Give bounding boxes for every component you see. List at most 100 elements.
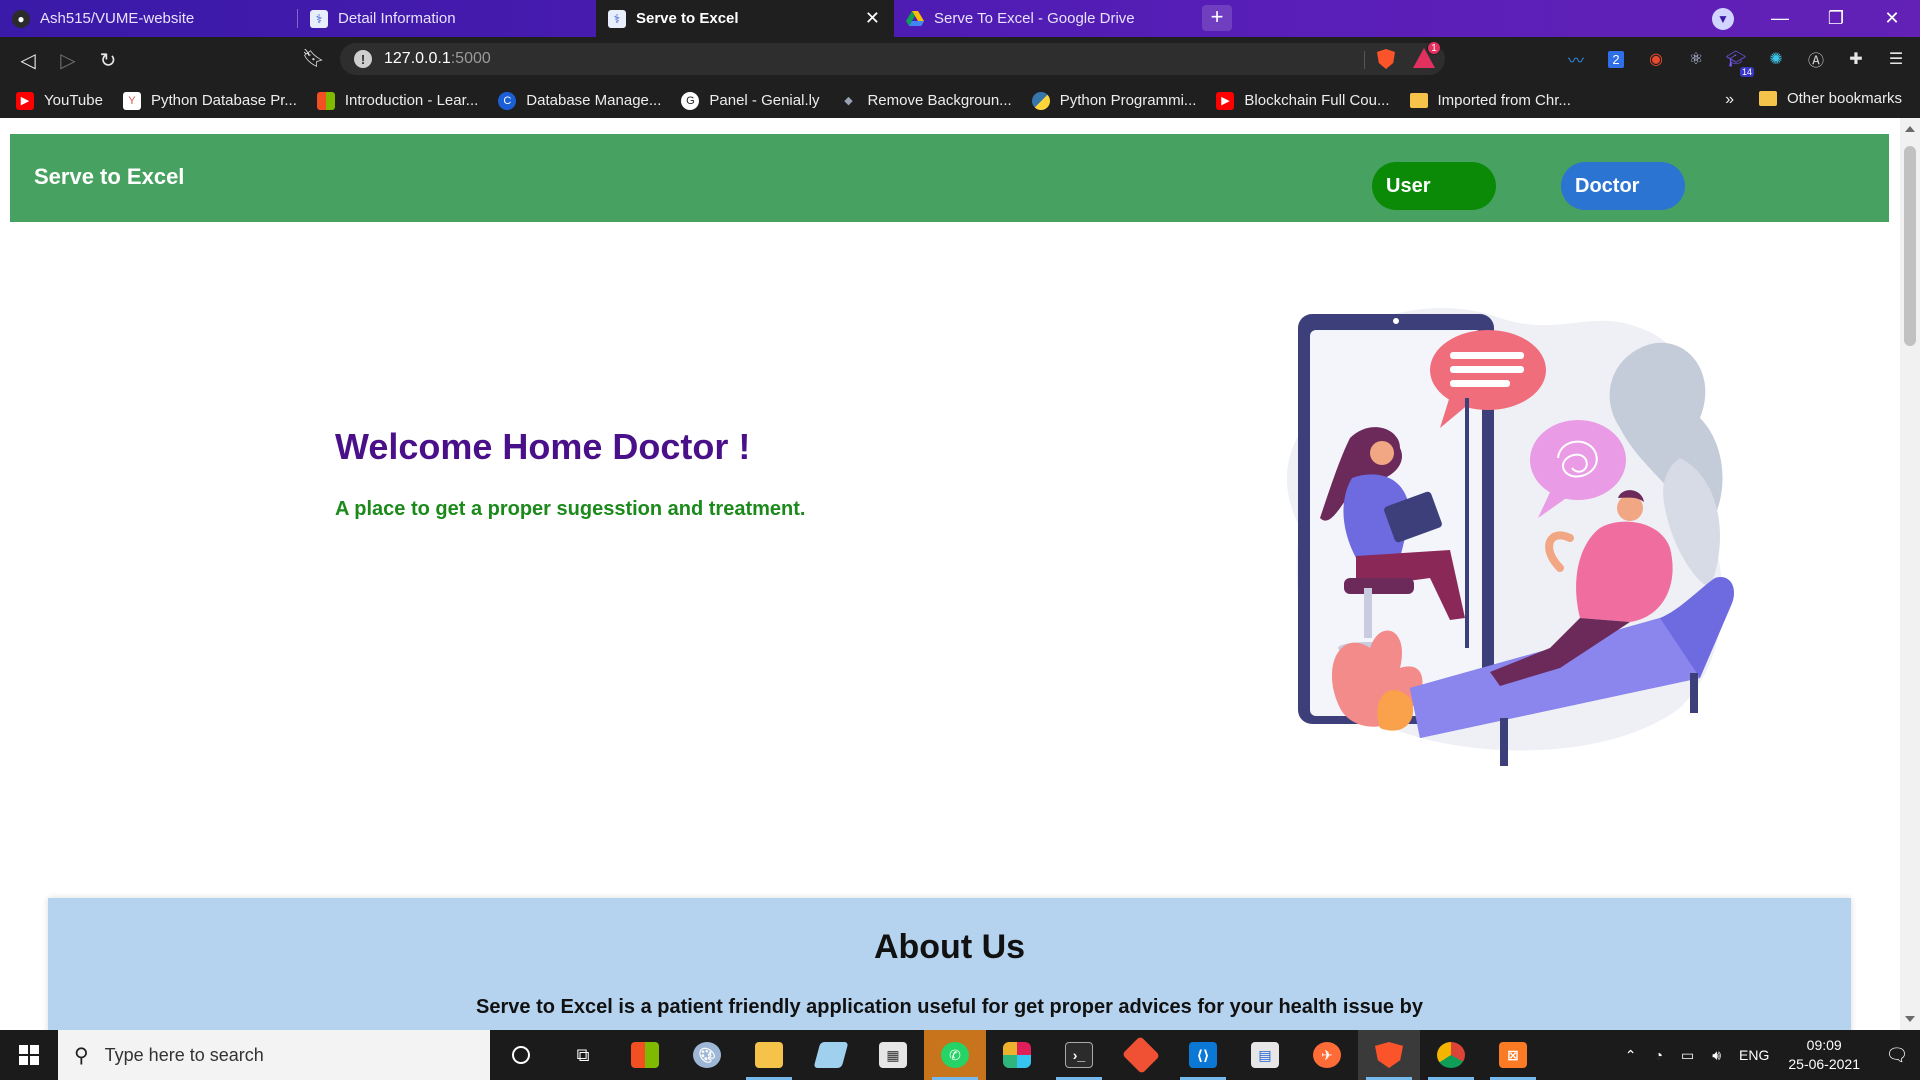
language-indicator[interactable]: ENG bbox=[1739, 1047, 1769, 1063]
browser-tab-strip: ● Ash515/VUME-website ⚕ Detail Informati… bbox=[0, 0, 1920, 37]
microsoft-icon bbox=[316, 91, 335, 110]
bookmark-imported-folder[interactable]: Imported from Chr... bbox=[1409, 92, 1571, 109]
minimize-icon[interactable]: — bbox=[1752, 0, 1808, 37]
wave-extension-icon[interactable]: 〰 bbox=[1562, 45, 1590, 73]
slack-icon[interactable] bbox=[986, 1030, 1048, 1080]
tab-title: Serve To Excel - Google Drive bbox=[934, 10, 1135, 27]
scroll-down-icon[interactable] bbox=[1905, 1016, 1915, 1022]
task-view-icon[interactable]: ⧉ bbox=[552, 1030, 614, 1080]
url-port: :5000 bbox=[450, 50, 491, 67]
reload-icon[interactable]: ↻ bbox=[88, 42, 128, 78]
xampp-icon[interactable]: ⊠ bbox=[1482, 1030, 1544, 1080]
user-button[interactable]: User bbox=[1372, 162, 1496, 210]
bookmark-python-database[interactable]: Y Python Database Pr... bbox=[122, 91, 297, 110]
chrome-color-extension-icon[interactable]: ◉ bbox=[1642, 45, 1670, 73]
python-icon bbox=[1031, 91, 1050, 110]
bookmarks-overflow-icon[interactable]: » bbox=[1725, 91, 1734, 109]
bookmark-introduction[interactable]: Introduction - Lear... bbox=[316, 91, 479, 110]
wifi-icon[interactable]: ◔ bbox=[1655, 1047, 1663, 1063]
page-viewport: Serve to Excel User Doctor Welcome Home … bbox=[0, 118, 1900, 1030]
bookmark-label: Database Manage... bbox=[526, 92, 662, 109]
bookmark-label: Python Database Pr... bbox=[150, 92, 297, 109]
tab-search-icon[interactable]: ▼ bbox=[1712, 8, 1734, 30]
tab-github[interactable]: ● Ash515/VUME-website bbox=[0, 0, 298, 37]
pdf-reader-icon[interactable]: ▤ bbox=[1234, 1030, 1296, 1080]
about-text: Serve to Excel is a patient friendly app… bbox=[476, 996, 1423, 1018]
bookmark-favicon: Y bbox=[122, 91, 141, 110]
extensions-puzzle-icon[interactable]: ✚ bbox=[1842, 45, 1870, 73]
bookmark-label: YouTube bbox=[44, 92, 103, 109]
site-info-icon[interactable]: ! bbox=[354, 50, 372, 68]
page-scrollbar[interactable] bbox=[1900, 118, 1920, 1030]
doctor-button[interactable]: Doctor bbox=[1561, 162, 1685, 210]
bookmark-icon[interactable]: 🔖︎ bbox=[302, 48, 325, 69]
tab-serve-to-excel[interactable]: ⚕ Serve to Excel ✕ bbox=[596, 0, 894, 37]
taskbar-clock[interactable]: 09:09 25-06-2021 bbox=[1788, 1036, 1860, 1074]
c-logo-icon: C bbox=[498, 91, 517, 110]
bookmark-python-programming[interactable]: Python Programmi... bbox=[1031, 91, 1196, 110]
file-explorer-icon[interactable] bbox=[738, 1030, 800, 1080]
bookmark-remove-background[interactable]: ◆ Remove Backgroun... bbox=[839, 92, 1011, 110]
terminal-icon[interactable]: ›_ bbox=[1048, 1030, 1110, 1080]
windows-taskbar: ⚲ Type here to search ⧉ 🎨︎ ▦ ✆ ›_ ⟨⟩ ▤ ✈… bbox=[0, 1030, 1920, 1080]
site-brand[interactable]: Serve to Excel bbox=[34, 164, 184, 190]
search-icon: ⚲ bbox=[74, 1044, 89, 1067]
telemedicine-illustration bbox=[1286, 308, 1735, 766]
site-navbar: Serve to Excel User Doctor bbox=[10, 134, 1889, 222]
close-window-icon[interactable]: ✕ bbox=[1864, 0, 1920, 37]
folder-icon bbox=[1758, 91, 1777, 106]
a-extension-icon[interactable]: Ⓐ bbox=[1802, 45, 1830, 73]
tab-title: Detail Information bbox=[338, 10, 456, 27]
scrollbar-thumb[interactable] bbox=[1904, 146, 1916, 346]
graduation-extension-icon[interactable]: 🎓︎ 14 bbox=[1722, 45, 1754, 77]
tab-title: Ash515/VUME-website bbox=[40, 10, 195, 27]
notepad-icon[interactable] bbox=[800, 1030, 862, 1080]
whatsapp-icon[interactable]: ✆ bbox=[924, 1030, 986, 1080]
microsoft-store-icon[interactable] bbox=[614, 1030, 676, 1080]
paint-icon[interactable]: 🎨︎ bbox=[676, 1030, 738, 1080]
tab-title: Serve to Excel bbox=[636, 10, 739, 27]
react-devtools-icon[interactable]: ⚛ bbox=[1682, 45, 1710, 73]
volume-icon[interactable]: 🔊︎ bbox=[1712, 1047, 1721, 1064]
bookmark-blockchain[interactable]: ▶ Blockchain Full Cou... bbox=[1216, 91, 1390, 110]
cortana-icon[interactable] bbox=[490, 1030, 552, 1080]
new-tab-button[interactable]: + bbox=[1202, 5, 1232, 31]
vscode-icon[interactable]: ⟨⟩ bbox=[1172, 1030, 1234, 1080]
url-host: 127.0.0.1 bbox=[384, 50, 451, 67]
tab-google-drive[interactable]: Serve To Excel - Google Drive bbox=[894, 0, 1192, 37]
other-bookmarks-label: Other bookmarks bbox=[1786, 90, 1902, 107]
youtube-icon: ▶ bbox=[16, 91, 34, 110]
show-hidden-icons-icon[interactable]: ⌃ bbox=[1625, 1047, 1637, 1064]
notification-center-icon[interactable]: 🗨︎ bbox=[1874, 1030, 1920, 1080]
other-bookmarks[interactable]: Other bookmarks bbox=[1758, 90, 1902, 107]
battery-icon[interactable]: ▭ bbox=[1681, 1047, 1694, 1064]
tab-detail-information[interactable]: ⚕ Detail Information bbox=[298, 0, 596, 37]
gear-extension-icon[interactable]: ✺ bbox=[1762, 45, 1790, 73]
brave-shield-icon[interactable] bbox=[1377, 49, 1395, 69]
address-bar[interactable]: ! 127.0.0.1 :5000 1 bbox=[340, 41, 1445, 75]
bookmark-label: Imported from Chr... bbox=[1437, 92, 1571, 109]
scroll-up-icon[interactable] bbox=[1905, 126, 1915, 132]
restore-icon[interactable]: ❐ bbox=[1808, 0, 1864, 37]
brave-browser-icon[interactable] bbox=[1358, 1030, 1420, 1080]
postman-icon[interactable]: ✈ bbox=[1296, 1030, 1358, 1080]
chrome-icon[interactable] bbox=[1420, 1030, 1482, 1080]
git-kraken-icon[interactable] bbox=[1110, 1030, 1172, 1080]
about-title: About Us bbox=[873, 928, 1026, 966]
hero-title: Welcome Home Doctor ! bbox=[335, 426, 751, 467]
about-section: About Us Serve to Excel is a patient fri… bbox=[48, 898, 1851, 1030]
bookmark-database-management[interactable]: C Database Manage... bbox=[498, 91, 662, 110]
bookmark-label: Introduction - Lear... bbox=[344, 92, 479, 109]
calculator-icon[interactable]: ▦ bbox=[862, 1030, 924, 1080]
serve-to-excel-favicon: ⚕ bbox=[608, 9, 626, 28]
layers-icon: ◆ bbox=[844, 95, 853, 107]
back-icon[interactable]: ◁ bbox=[8, 42, 48, 78]
taskbar-search-input[interactable]: ⚲ Type here to search bbox=[58, 1030, 490, 1080]
close-tab-icon[interactable]: ✕ bbox=[865, 8, 880, 29]
menu-icon[interactable]: ☰ bbox=[1882, 45, 1910, 73]
number-extension-icon[interactable]: 2 bbox=[1602, 45, 1630, 73]
bookmark-genially[interactable]: G Panel - Genial.ly bbox=[681, 91, 819, 110]
bookmark-youtube[interactable]: ▶ YouTube bbox=[16, 91, 103, 110]
windows-start-icon[interactable] bbox=[0, 1030, 58, 1080]
forward-icon[interactable]: ▷ bbox=[48, 42, 88, 78]
